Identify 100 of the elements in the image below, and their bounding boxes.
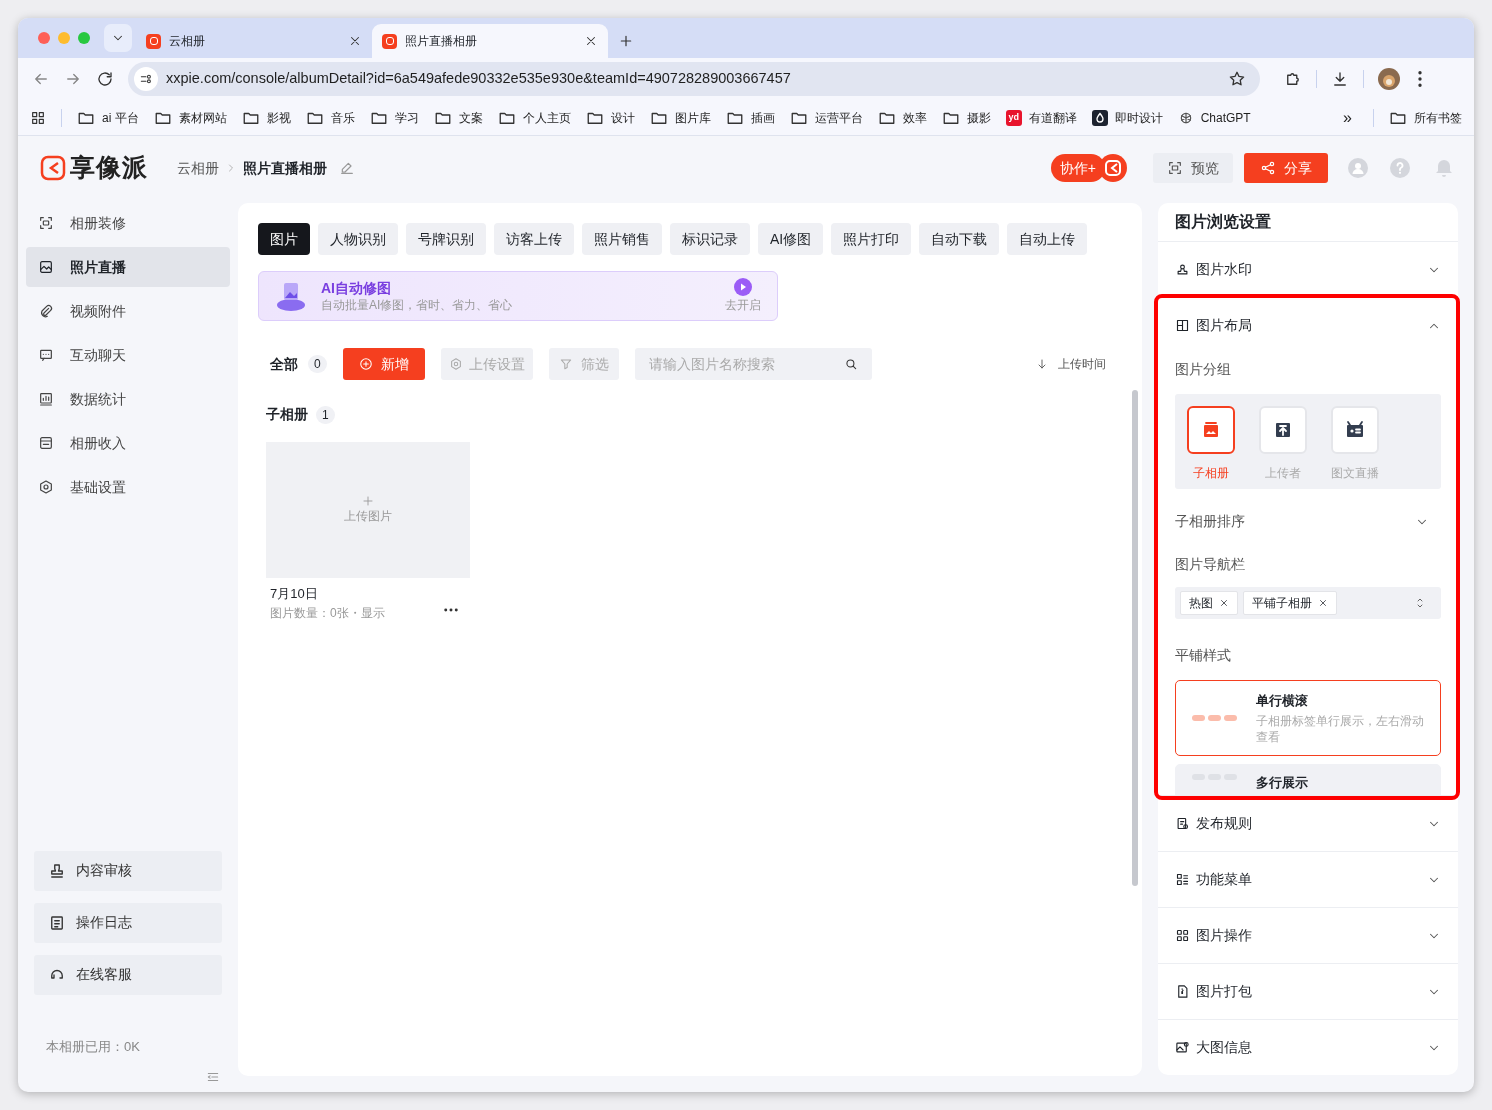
tab[interactable]: 人物识别 <box>318 223 398 255</box>
tab[interactable]: 访客上传 <box>494 223 574 255</box>
bookmark-item[interactable]: 文案 <box>433 108 483 127</box>
all-filter-label[interactable]: 全部 <box>270 353 298 375</box>
storage-usage-text: 本相册已用：0K <box>46 1037 141 1056</box>
count-badge: 1 <box>316 405 335 424</box>
arrow-down-icon <box>1036 358 1048 370</box>
tab[interactable]: 图片 <box>258 223 310 255</box>
tab[interactable]: 标识记录 <box>670 223 750 255</box>
plus-icon <box>362 495 374 507</box>
extensions-icon <box>1284 70 1302 88</box>
collapse-header[interactable]: 图片打包 <box>1158 964 1458 1019</box>
avatar-icon[interactable] <box>1378 68 1400 90</box>
bookmark-item[interactable]: 设计 <box>585 108 635 127</box>
close-icon <box>1219 598 1229 608</box>
breadcrumb-link[interactable]: 云相册 <box>177 157 219 179</box>
close-icon <box>584 34 598 48</box>
bookmark-item[interactable]: 即时设计 <box>1091 108 1163 127</box>
close-window-button[interactable] <box>38 32 50 44</box>
minimize-window-button[interactable] <box>58 32 70 44</box>
tag-select-field[interactable]: 热图 平铺子相册 <box>1175 587 1441 619</box>
bookmark-item[interactable]: 效率 <box>877 108 927 127</box>
plus-circle-icon <box>358 357 373 371</box>
maximize-window-button[interactable] <box>78 32 90 44</box>
scan-icon <box>1167 160 1183 176</box>
collapse-header[interactable]: 发布规则 <box>1158 796 1458 851</box>
bookmark-item[interactable]: 个人主页 <box>497 108 571 127</box>
collapse-header[interactable]: 大图信息 <box>1158 1020 1458 1075</box>
sidebar-item[interactable]: 相册装修 <box>26 203 230 243</box>
bookmark-item[interactable]: 学习 <box>369 108 419 127</box>
collapse-header[interactable]: 功能菜单 <box>1158 852 1458 907</box>
sidebar-item[interactable]: 互动聊天 <box>26 335 230 375</box>
document-icon <box>1175 816 1190 831</box>
app-logo-text: 享像派 <box>70 152 148 184</box>
field-label: 平铺样式 <box>1175 646 1232 665</box>
sidebar-item[interactable]: 相册收入 <box>26 423 230 463</box>
play-icon <box>734 278 752 296</box>
all-bookmarks-button[interactable]: 所有书签 <box>1389 108 1462 127</box>
tab-title: 照片直播相册 <box>405 33 478 50</box>
collapse-header[interactable]: 图片操作 <box>1158 908 1458 963</box>
browser-tab[interactable]: 照片直播相册 <box>372 24 608 58</box>
bookmark-item[interactable]: ChatGPT <box>1177 108 1251 127</box>
grid-icon <box>1175 928 1190 943</box>
sidebar-button[interactable]: 操作日志 <box>34 902 222 943</box>
bell-icon[interactable] <box>1434 158 1454 178</box>
tab[interactable]: AI修图 <box>758 223 824 255</box>
browser-tab[interactable]: 云相册 <box>136 24 372 58</box>
reload-icon <box>96 70 114 88</box>
sidebar-button[interactable]: 在线客服 <box>34 954 222 995</box>
preview-button[interactable]: 预览 <box>1153 153 1233 183</box>
bookmark-item[interactable]: 素材网站 <box>153 108 227 127</box>
stamp-icon <box>1175 262 1190 277</box>
tab[interactable]: 照片打印 <box>831 223 912 255</box>
more-bookmarks-button[interactable]: » <box>1343 105 1352 130</box>
count-badge: 0 <box>308 355 327 373</box>
scrollbar[interactable] <box>1132 390 1138 886</box>
ai-banner[interactable]: AI自动修图 自动批量AI修图，省时、省力、省心 去开启 <box>258 271 778 321</box>
option-title: 单行横滚 <box>1256 692 1309 711</box>
sort-dropdown[interactable]: 子相册排序 <box>1175 511 1441 532</box>
drop-logo-icon <box>1091 109 1108 126</box>
menu-icon <box>1418 71 1422 87</box>
sidebar-item[interactable]: 数据统计 <box>26 379 230 419</box>
search-icon <box>843 357 858 371</box>
breadcrumb-current: 照片直播相册 <box>243 158 327 178</box>
tile-style-option[interactable]: 单行横滚 子相册标签单行展示，左右滑动查看 <box>1175 680 1441 756</box>
option-title: 多行展示 <box>1256 774 1308 792</box>
nav-tag[interactable]: 热图 <box>1180 591 1238 615</box>
tab[interactable]: 自动下载 <box>919 223 1000 255</box>
help-icon[interactable] <box>1390 158 1410 178</box>
collapse-header[interactable]: 图片水印 <box>1158 242 1458 297</box>
address-bar[interactable]: xxpie.com/console/albumDetail?id=6a549afede90332e535e930e&teamId=490728289003667457 <box>128 62 1260 96</box>
bookmark-item[interactable]: 插画 <box>725 108 775 127</box>
search-field[interactable]: 请输入图片名称搜索 <box>634 348 872 380</box>
bookmark-item[interactable]: 摄影 <box>941 108 991 127</box>
tab[interactable]: 自动上传 <box>1007 223 1088 255</box>
paperclip-icon <box>38 303 54 319</box>
user-icon[interactable] <box>1348 158 1368 178</box>
album-meta: 图片数量：0张・显示 <box>270 604 385 622</box>
bookmark-item[interactable]: 运营平台 <box>789 108 863 127</box>
field-label: 图片分组 <box>1175 360 1232 379</box>
sidebar-button[interactable]: 内容审核 <box>34 850 222 891</box>
nav-tag[interactable]: 平铺子相册 <box>1243 591 1337 615</box>
sidebar-item[interactable]: 照片直播 <box>26 247 230 287</box>
share-button[interactable]: 分享 <box>1244 153 1328 183</box>
bookmark-item[interactable]: 影视 <box>241 108 291 127</box>
sort-button[interactable]: 上传时间 <box>1036 355 1106 373</box>
bookmark-item[interactable]: yd 有道翻译 <box>1005 108 1077 127</box>
chat-icon <box>38 347 54 363</box>
url-text: xxpie.com/console/albumDetail?id=6a549afede90332e535e930e&teamId=490728289003667457 <box>166 69 792 89</box>
tab-search-button[interactable] <box>104 24 132 52</box>
collapse-header[interactable]: 图片布局 <box>1158 298 1458 353</box>
tile-style-option[interactable]: 多行展示 <box>1175 764 1441 795</box>
tab[interactable]: 照片销售 <box>582 223 662 255</box>
add-button[interactable]: 新增 <box>342 348 425 380</box>
sidebar-item[interactable]: 视频附件 <box>26 291 230 331</box>
tab[interactable]: 号牌识别 <box>406 223 486 255</box>
bookmark-item[interactable]: ai 平台 <box>77 108 139 127</box>
bookmark-item[interactable]: 图片库 <box>649 108 711 127</box>
sidebar-item[interactable]: 基础设置 <box>26 467 230 507</box>
bookmark-item[interactable]: 音乐 <box>305 108 355 127</box>
